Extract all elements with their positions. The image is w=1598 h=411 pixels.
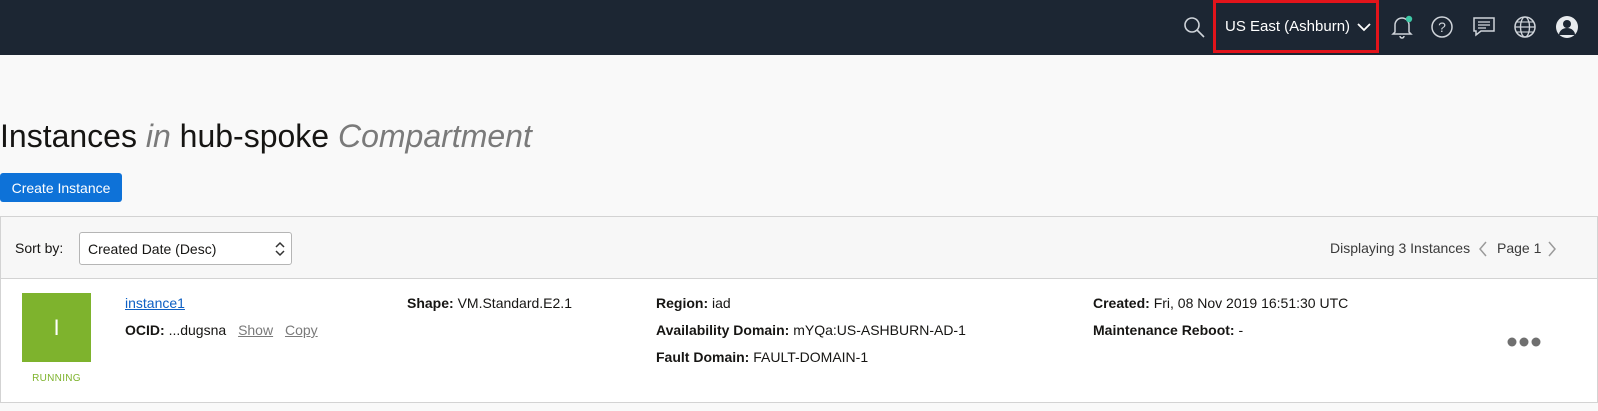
ocid-value: ...dugsna <box>168 322 227 338</box>
top-navigation-bar: US East (Ashburn) ? <box>0 0 1598 55</box>
maintenance-label: Maintenance Reboot: <box>1093 322 1235 338</box>
ocid-show-link[interactable]: Show <box>238 322 273 338</box>
search-icon[interactable] <box>1180 13 1208 41</box>
displaying-count: Displaying 3 Instances <box>1330 240 1471 256</box>
title-compartment-suffix: Compartment <box>337 118 532 154</box>
previous-page-icon[interactable] <box>1477 240 1489 263</box>
chat-icon[interactable] <box>1470 13 1498 41</box>
fault-domain-field: Fault Domain: FAULT-DOMAIN-1 <box>656 349 868 365</box>
svg-text:?: ? <box>1438 19 1446 35</box>
page-title: Instances in hub-spoke Compartment <box>0 117 532 155</box>
create-instance-button[interactable]: Create Instance <box>0 173 122 202</box>
chevron-down-icon <box>1357 22 1371 32</box>
availability-domain-field: Availability Domain: mYQa:US-ASHBURN-AD-… <box>656 322 966 338</box>
created-label: Created: <box>1093 295 1150 311</box>
region-selector[interactable]: US East (Ashburn) <box>1213 0 1379 53</box>
ocid-label: OCID: <box>125 322 165 338</box>
shape-label: Shape: <box>407 295 454 311</box>
instance-initial: I <box>53 314 60 340</box>
shape-value: VM.Standard.E2.1 <box>457 295 572 311</box>
bell-icon[interactable] <box>1388 13 1416 41</box>
title-resource: Instances <box>0 118 137 154</box>
created-field: Created: Fri, 08 Nov 2019 16:51:30 UTC <box>1093 295 1348 311</box>
region-label: US East (Ashburn) <box>1225 18 1351 35</box>
ad-value: mYQa:US-ASHBURN-AD-1 <box>793 322 966 338</box>
maintenance-value: - <box>1238 322 1244 338</box>
created-value: Fri, 08 Nov 2019 16:51:30 UTC <box>1153 295 1349 311</box>
instances-list: Sort by: Created Date (Desc) Displaying … <box>0 216 1598 403</box>
region-field: Region: iad <box>656 295 731 311</box>
sort-select[interactable]: Created Date (Desc) <box>79 232 292 265</box>
sort-value: Created Date (Desc) <box>88 240 217 257</box>
instance-thumbnail: I <box>22 293 91 362</box>
ad-label: Availability Domain: <box>656 322 790 338</box>
updown-arrows-icon <box>275 241 285 260</box>
maintenance-reboot-field: Maintenance Reboot: - <box>1093 322 1243 338</box>
ocid-field: OCID: ...dugsna Show Copy <box>125 322 318 338</box>
page-label: Page 1 <box>1497 240 1542 256</box>
instance-name-link[interactable]: instance1 <box>125 295 185 311</box>
title-in: in <box>145 118 171 154</box>
next-page-icon[interactable] <box>1546 240 1558 263</box>
user-icon[interactable] <box>1552 13 1598 41</box>
sort-label: Sort by: <box>15 240 64 256</box>
title-compartment-name: hub-spoke <box>179 118 330 154</box>
status-badge: RUNNING <box>32 373 81 384</box>
region-field-label: Region: <box>656 295 709 311</box>
globe-icon[interactable] <box>1511 13 1539 41</box>
fd-label: Fault Domain: <box>656 349 750 365</box>
shape-field: Shape: VM.Standard.E2.1 <box>407 295 572 311</box>
more-actions-icon[interactable] <box>1506 335 1542 353</box>
help-icon[interactable]: ? <box>1428 13 1456 41</box>
list-toolbar: Sort by: Created Date (Desc) Displaying … <box>1 217 1597 279</box>
list-item: I RUNNING instance1 OCID: ...dugsna Show… <box>1 279 1597 404</box>
region-field-value: iad <box>712 295 731 311</box>
fd-value: FAULT-DOMAIN-1 <box>753 349 869 365</box>
ocid-copy-link[interactable]: Copy <box>285 322 318 338</box>
